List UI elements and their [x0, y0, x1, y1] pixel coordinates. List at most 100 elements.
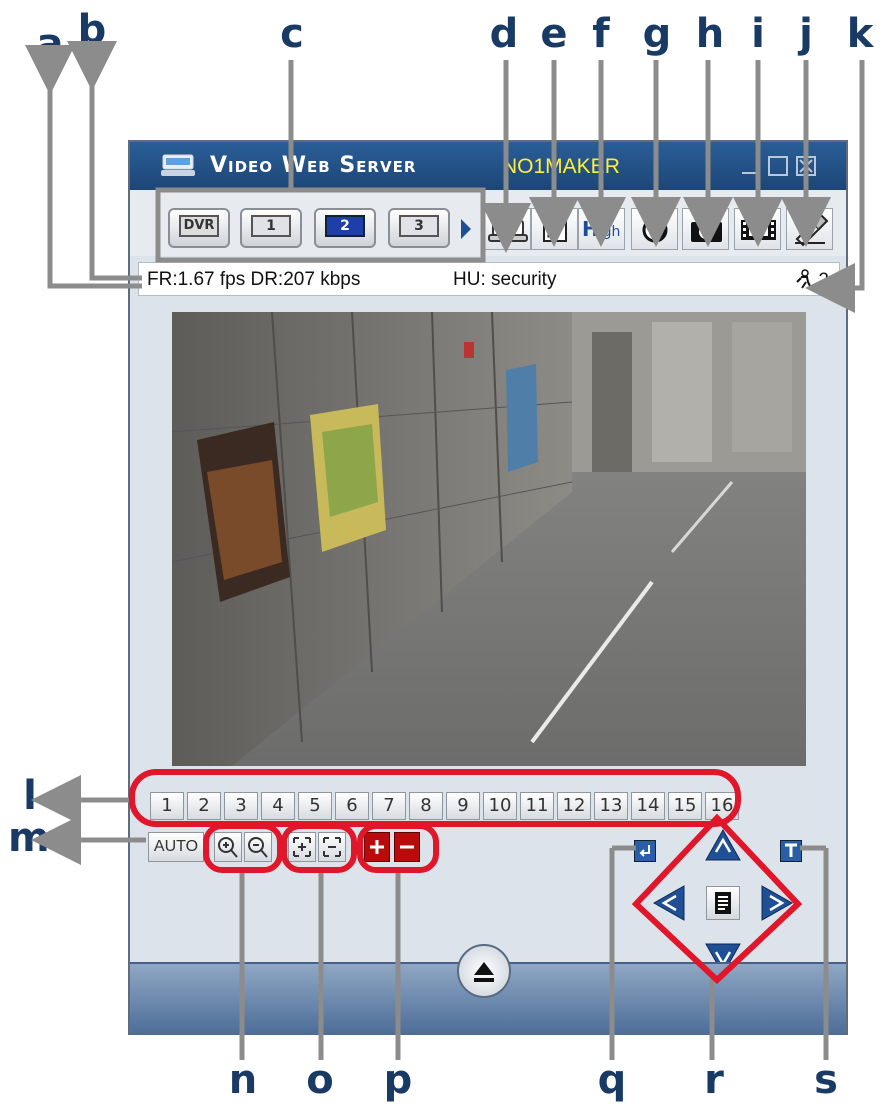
close-icon: [799, 159, 813, 173]
toolbar: DVR 1 2 3 High: [130, 190, 846, 256]
minimize-icon: [742, 172, 758, 174]
ptz-right-button[interactable]: [760, 884, 796, 922]
camera-video-view[interactable]: [172, 312, 806, 766]
callout-e: e: [540, 11, 568, 57]
callout-s: s: [814, 1057, 838, 1103]
user-icon: [796, 269, 813, 289]
channel-select-5[interactable]: 5: [298, 792, 332, 820]
iris-minus-button[interactable]: [394, 832, 420, 862]
iris-minus-icon: [400, 845, 414, 849]
callout-q: q: [597, 1057, 627, 1103]
callout-p: p: [383, 1057, 413, 1103]
callout-f: f: [592, 11, 610, 57]
channel-select-12[interactable]: 12: [557, 792, 591, 820]
t-button[interactable]: [780, 840, 802, 862]
channel-select-16[interactable]: 16: [705, 792, 739, 820]
channel-select-11[interactable]: 11: [520, 792, 554, 820]
ptz-right-icon: [761, 885, 794, 921]
ptz-menu-icon: [715, 892, 731, 914]
dvr-button[interactable]: DVR: [168, 208, 230, 248]
channel-select-6[interactable]: 6: [335, 792, 369, 820]
monitor-icon: [161, 154, 195, 176]
window-title: Video Web Server: [210, 153, 417, 178]
channel-3-label: 3: [399, 215, 439, 237]
t-icon: [785, 843, 797, 857]
monitor-icon: [488, 220, 528, 242]
channel-select-7[interactable]: 7: [372, 792, 406, 820]
channel-2-label: 2: [325, 215, 365, 237]
ptz-left-icon: [652, 885, 685, 921]
settings-icon: [795, 213, 829, 247]
window-subtitle: NO1MAKER: [502, 155, 620, 178]
callout-r: r: [704, 1057, 724, 1103]
channel-select-2[interactable]: 2: [187, 792, 221, 820]
channel-2-button[interactable]: 2: [314, 208, 376, 248]
channel-select-15[interactable]: 15: [668, 792, 702, 820]
callout-h: h: [695, 11, 725, 57]
channel-select-10[interactable]: 10: [483, 792, 517, 820]
focus-near-button[interactable]: [288, 832, 316, 862]
callout-i: i: [751, 11, 765, 57]
callout-a: a: [36, 21, 64, 67]
ptz-left-button[interactable]: [650, 884, 686, 922]
frame-rate-status: FR:1.67 fps DR:207 kbps: [147, 269, 361, 290]
zoom-out-icon: [248, 837, 268, 858]
quality-high-label: High: [582, 217, 621, 241]
record-button[interactable]: [734, 208, 781, 250]
channel-1-button[interactable]: 1: [240, 208, 302, 248]
snapshot-button[interactable]: [682, 208, 729, 250]
callout-o: o: [306, 1057, 334, 1103]
ptz-up-icon: [705, 828, 741, 861]
channel-select-9[interactable]: 9: [446, 792, 480, 820]
focus-far-icon: [323, 837, 341, 857]
channel-select-14[interactable]: 14: [631, 792, 665, 820]
channel-select-1[interactable]: 1: [150, 792, 184, 820]
status-bar: FR:1.67 fps DR:207 kbps HU: security 2: [138, 262, 840, 296]
channel-3-button[interactable]: 3: [388, 208, 450, 248]
maximize-button[interactable]: [768, 156, 788, 176]
bottom-bar: [130, 944, 846, 1035]
zoom-out-button[interactable]: [244, 832, 272, 862]
callout-c: c: [280, 11, 304, 57]
channel-1-label: 1: [251, 215, 291, 237]
quality-high-button[interactable]: High: [578, 208, 625, 250]
iris-plus-button[interactable]: [364, 832, 390, 862]
zoom-in-icon: [218, 837, 238, 858]
contrast-button[interactable]: [631, 208, 678, 250]
next-arrow-icon[interactable]: [460, 218, 472, 240]
contrast-icon: [642, 217, 668, 243]
iris-plus-icon: [370, 840, 384, 854]
eject-button[interactable]: [457, 944, 511, 998]
channel-select-8[interactable]: 8: [409, 792, 443, 820]
callout-m: m: [8, 815, 50, 861]
host-user-status: HU: security: [453, 269, 557, 290]
title-bar[interactable]: Video Web Server NO1MAKER: [130, 142, 846, 190]
online-users: 2: [795, 269, 829, 292]
channel-select-3[interactable]: 3: [224, 792, 258, 820]
callout-k: k: [846, 11, 874, 57]
monitor-button[interactable]: [484, 208, 531, 250]
channel-select-4[interactable]: 4: [261, 792, 295, 820]
callout-d: d: [489, 11, 519, 57]
online-users-count: 2: [818, 270, 829, 291]
enter-icon: [639, 845, 650, 857]
focus-near-icon: [293, 837, 311, 857]
settings-button[interactable]: [786, 208, 833, 250]
auto-button[interactable]: AUTO: [148, 832, 204, 862]
enter-button[interactable]: [634, 840, 656, 862]
camera-icon: [691, 218, 722, 242]
callout-n: n: [228, 1057, 258, 1103]
callout-g: g: [642, 11, 672, 57]
close-button[interactable]: [796, 156, 816, 176]
callout-l: l: [23, 773, 37, 819]
focus-far-button[interactable]: [318, 832, 346, 862]
channel-select-13[interactable]: 13: [594, 792, 628, 820]
ptz-up-button[interactable]: [704, 826, 742, 862]
zoom-in-button[interactable]: [214, 832, 242, 862]
callout-j: j: [799, 11, 813, 57]
minimize-button[interactable]: [740, 156, 760, 176]
fullscreen-button[interactable]: [531, 208, 578, 250]
ptz-menu-button[interactable]: [706, 886, 740, 920]
fullscreen-icon: [543, 218, 567, 242]
dvr-label: DVR: [179, 215, 219, 237]
